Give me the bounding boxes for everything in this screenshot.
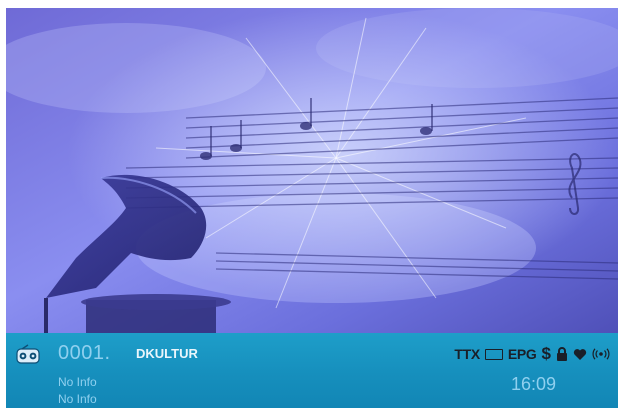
epg-now-info: No Info (58, 375, 97, 389)
heart-icon (573, 348, 587, 360)
channel-info-bar: 0001. DKULTUR TTX EPG $ No Info No Info … (6, 333, 618, 408)
status-icons: TTX EPG $ (454, 344, 610, 364)
epg-next-info: No Info (58, 392, 97, 406)
subtitle-icon (484, 348, 503, 360)
clock: 16:09 (510, 374, 556, 394)
info-bar-top-row: 0001. DKULTUR TTX EPG $ (6, 333, 618, 373)
channel-number: 0001. (58, 342, 111, 364)
epg-indicator: EPG (507, 346, 537, 362)
teletext-indicator: TTX (454, 346, 480, 362)
channel-name: DKULTUR (136, 346, 198, 361)
radio-icon (16, 344, 40, 364)
pay-channel-icon: $ (541, 344, 551, 363)
lock-icon (557, 347, 567, 361)
channel-artwork (6, 8, 618, 333)
broadcast-icon (592, 348, 610, 360)
